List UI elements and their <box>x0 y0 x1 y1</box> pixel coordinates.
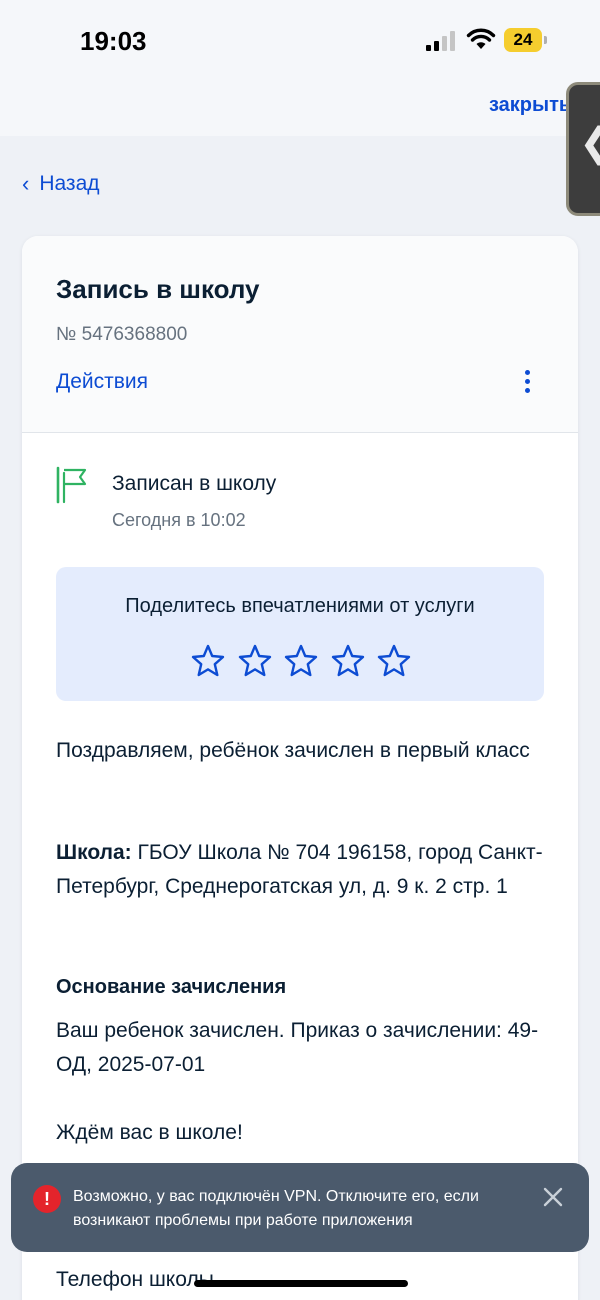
alert-icon: ! <box>33 1185 61 1213</box>
application-card: Запись в школу № 5476368800 Действия Зап… <box>22 236 578 1300</box>
school-label: Школа: <box>56 841 132 864</box>
more-vertical-icon[interactable] <box>518 368 538 396</box>
star-icon[interactable] <box>237 643 273 679</box>
rating-stars <box>190 643 412 679</box>
battery-indicator: 24 <box>504 28 542 52</box>
back-label: Назад <box>39 172 100 195</box>
service-title: Запись в школу <box>56 274 260 304</box>
toast-message: Возможно, у вас подключён VPN. Отключите… <box>73 1188 479 1229</box>
school-phone-label: Телефон школы <box>56 1268 214 1291</box>
actions-link[interactable]: Действия <box>56 370 148 394</box>
close-icon[interactable] <box>541 1185 565 1209</box>
back-link[interactable]: ‹ Назад <box>22 172 100 196</box>
enrollment-basis-text: Ваш ребенок зачислен. Приказ о зачислени… <box>56 1019 539 1076</box>
enrollment-basis-title: Основание зачисления <box>56 976 287 998</box>
home-indicator <box>194 1280 408 1287</box>
status-bar: 19:03 24 <box>0 0 600 80</box>
rating-prompt: Поделитесь впечатлениями от услуги <box>125 595 475 617</box>
side-panel-handle[interactable]: ❮ <box>566 82 600 216</box>
congratulation-text: Поздравляем, ребёнок зачислен в первый к… <box>56 739 530 762</box>
application-number: № 5476368800 <box>56 324 188 345</box>
vpn-warning-toast: ! Возможно, у вас подключён VPN. Отключи… <box>11 1163 589 1252</box>
wifi-icon <box>466 28 496 49</box>
divider <box>22 432 578 433</box>
close-link[interactable]: закрыть <box>489 94 571 117</box>
star-icon[interactable] <box>283 643 319 679</box>
cellular-signal-icon <box>426 31 458 51</box>
star-icon[interactable] <box>330 643 366 679</box>
status-label: Записан в школу <box>112 472 277 495</box>
chevron-left-icon: ❮ <box>579 123 600 163</box>
status-time: 19:03 <box>80 26 147 56</box>
star-icon[interactable] <box>190 643 226 679</box>
rating-box: Поделитесь впечатлениями от услуги <box>56 567 544 701</box>
flag-icon <box>56 466 87 504</box>
closing-text: Ждём вас в школе! <box>56 1121 243 1144</box>
star-icon[interactable] <box>376 643 412 679</box>
school-info: Школа: ГБОУ Школа № 704 196158, город Са… <box>56 836 552 904</box>
status-timestamp: Сегодня в 10:02 <box>112 510 246 530</box>
battery-tip <box>544 36 547 44</box>
chevron-left-icon: ‹ <box>22 171 30 196</box>
